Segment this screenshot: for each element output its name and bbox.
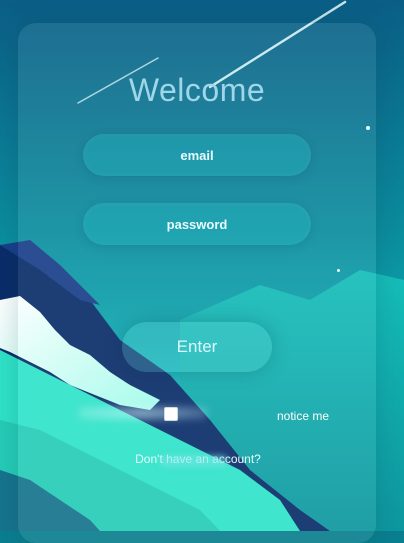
blurred-region (160, 455, 228, 467)
checkbox-icon[interactable] (164, 407, 178, 421)
remember-label: notice me (277, 409, 330, 423)
email-field[interactable] (83, 133, 311, 177)
enter-button[interactable]: Enter (122, 322, 272, 372)
page-title: Welcome (128, 72, 266, 108)
password-field[interactable] (83, 202, 311, 246)
email-input[interactable] (83, 133, 311, 177)
blurred-region (78, 407, 208, 419)
password-input[interactable] (83, 202, 311, 246)
remember-row: notice me (0, 404, 404, 426)
